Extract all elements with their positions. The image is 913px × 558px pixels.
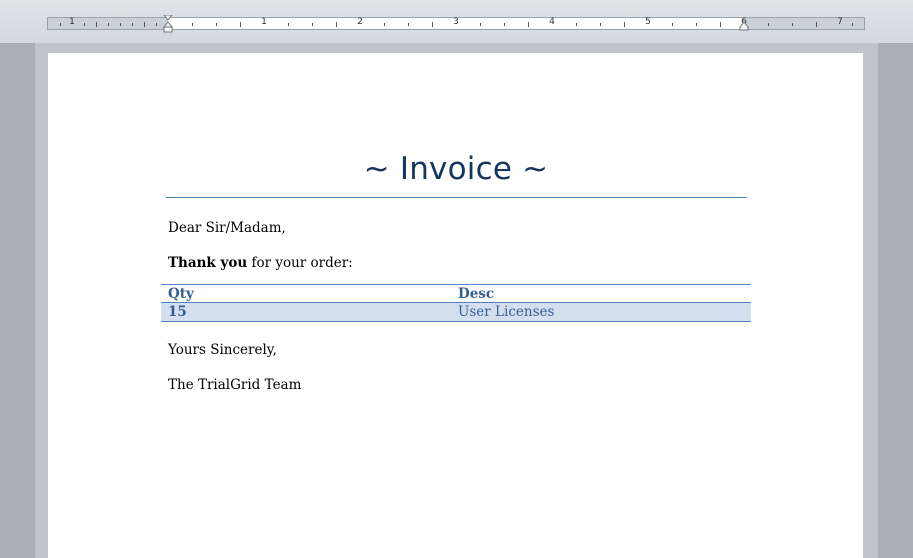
ruler-tick xyxy=(132,23,133,26)
ruler-tick xyxy=(576,23,577,26)
ruler-tick xyxy=(600,23,601,26)
ruler-tick xyxy=(792,23,793,26)
table-row-band xyxy=(161,303,751,321)
title-underline xyxy=(166,197,747,198)
thanks-bold-text: Thank you xyxy=(168,255,248,271)
ruler-tick xyxy=(84,23,85,26)
ruler-tick xyxy=(432,22,433,27)
table-header-border xyxy=(161,302,751,303)
ruler-tick xyxy=(672,23,673,26)
ruler-tick xyxy=(336,22,337,27)
ruler-tick xyxy=(216,23,217,26)
ruler-tick xyxy=(384,23,385,26)
ruler-tick xyxy=(816,22,817,27)
table-top-border xyxy=(161,284,751,285)
ruler-number: 1 xyxy=(69,17,75,27)
ruler-tick xyxy=(696,23,697,26)
ruler-number: 2 xyxy=(357,17,363,27)
ruler-tick xyxy=(504,23,505,26)
ruler-tick xyxy=(108,23,109,26)
ruler-number: 4 xyxy=(549,17,555,27)
ruler-number: 1 xyxy=(261,17,267,27)
ruler-right-margin xyxy=(743,18,864,29)
table-header-desc: Desc xyxy=(458,286,495,302)
closing-text: Yours Sincerely, xyxy=(168,342,277,358)
ruler-tick xyxy=(624,22,625,27)
horizontal-ruler[interactable]: 1 1 2 3 4 5 6 7 xyxy=(47,15,865,33)
thanks-rest-text: for your order: xyxy=(247,255,353,271)
ruler-tick xyxy=(312,23,313,26)
greeting-text: Dear Sir/Madam, xyxy=(168,220,286,236)
table-cell-qty: 15 xyxy=(168,304,187,320)
ruler-tick xyxy=(408,23,409,26)
ruler-tick xyxy=(720,22,721,27)
horizontal-ruler-bar: 1 1 2 3 4 5 6 7 xyxy=(0,0,913,43)
ruler-tick xyxy=(156,23,157,26)
signature-text: The TrialGrid Team xyxy=(168,377,302,393)
table-cell-desc: User Licenses xyxy=(458,304,555,320)
ruler-tick xyxy=(192,23,193,26)
left-indent-marker-icon[interactable] xyxy=(163,15,173,33)
ruler-tick xyxy=(120,23,121,26)
ruler-number: 5 xyxy=(645,17,651,27)
ruler-tick xyxy=(288,23,289,26)
document-title: ~ Invoice ~ xyxy=(363,151,549,187)
ruler-number: 3 xyxy=(453,17,459,27)
ruler-tick xyxy=(144,22,145,27)
ruler-number: 7 xyxy=(837,17,843,27)
ruler-tick xyxy=(480,23,481,26)
thanks-paragraph: Thank you for your order: xyxy=(168,255,353,271)
ruler-tick xyxy=(96,22,97,27)
table-header-qty: Qty xyxy=(168,286,194,302)
ruler-tick xyxy=(240,22,241,27)
document-page[interactable]: ~ Invoice ~ Dear Sir/Madam, Thank you fo… xyxy=(48,53,863,558)
ruler-tick xyxy=(768,23,769,26)
ruler-tick xyxy=(60,23,61,26)
table-bottom-border xyxy=(161,321,751,322)
ruler-tick xyxy=(852,23,853,26)
ruler-tick xyxy=(528,22,529,27)
right-indent-marker-icon[interactable] xyxy=(739,21,749,31)
